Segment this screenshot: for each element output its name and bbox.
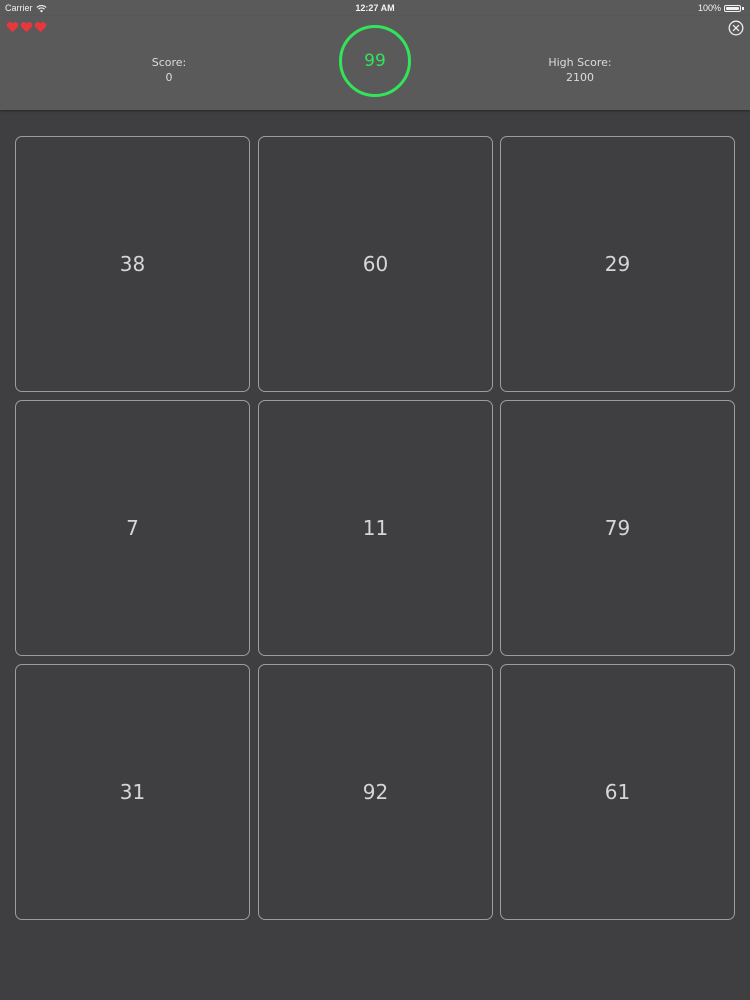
battery-icon xyxy=(724,4,741,12)
battery-percent: 100% xyxy=(697,3,721,13)
game-header: Score: 0 99 High Score: 2100 xyxy=(0,16,750,110)
battery-indicator: 100% xyxy=(698,3,744,13)
timer-ring: 99 xyxy=(339,25,411,97)
tile-number: 60 xyxy=(362,252,389,276)
tile-number: 79 xyxy=(604,516,631,540)
status-time: 12:27 AM xyxy=(355,3,395,13)
number-tile[interactable]: 79 xyxy=(500,400,735,656)
score-display: Score: 0 xyxy=(109,55,229,85)
battery-nub xyxy=(742,6,744,10)
score-label: Score: xyxy=(151,56,187,69)
tile-number: 38 xyxy=(119,252,146,276)
number-tile[interactable]: 60 xyxy=(258,136,493,392)
number-tile[interactable]: 38 xyxy=(15,136,250,392)
high-score-value: 2100 xyxy=(566,71,594,84)
number-tile[interactable]: 7 xyxy=(15,400,250,656)
high-score-display: High Score: 2100 xyxy=(520,55,640,85)
score-value: 0 xyxy=(165,71,173,84)
tile-number: 92 xyxy=(362,780,389,804)
number-tile[interactable]: 61 xyxy=(500,664,735,920)
heart-icon xyxy=(34,22,47,33)
number-tile[interactable]: 29 xyxy=(500,136,735,392)
timer-value: 99 xyxy=(364,51,386,71)
high-score-label: High Score: xyxy=(548,56,612,69)
tile-number: 29 xyxy=(604,252,631,276)
heart-icon xyxy=(6,22,19,33)
heart-icon xyxy=(20,22,33,33)
tile-number: 61 xyxy=(604,780,631,804)
tile-number: 7 xyxy=(126,516,139,540)
battery-fill xyxy=(726,6,739,10)
number-tile[interactable]: 31 xyxy=(15,664,250,920)
lives-indicator xyxy=(6,21,47,33)
tile-number: 11 xyxy=(362,516,389,540)
status-bar: Carrier 12:27 AM 100% xyxy=(0,0,750,16)
tile-number: 31 xyxy=(119,780,146,804)
close-button[interactable] xyxy=(728,20,744,36)
number-tile[interactable]: 11 xyxy=(258,400,493,656)
number-tile[interactable]: 92 xyxy=(258,664,493,920)
